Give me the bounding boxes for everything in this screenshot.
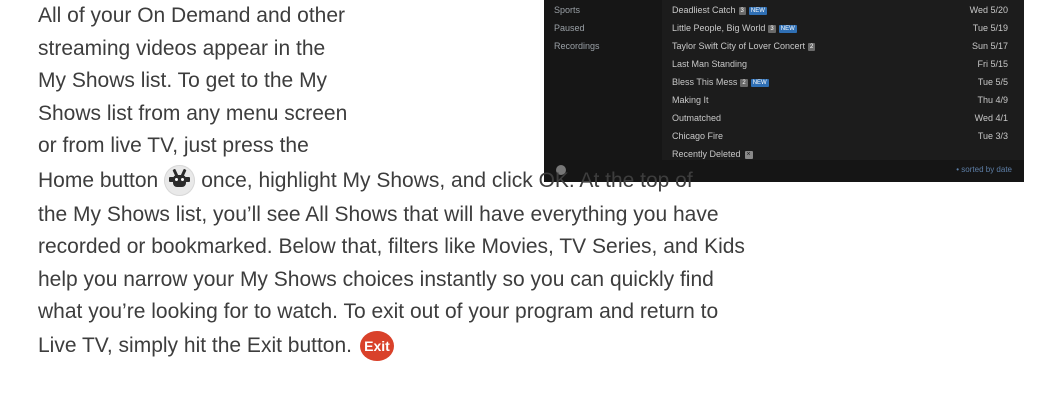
text-line: All of your On Demand and other	[38, 4, 346, 27]
text-line: what you’re looking for to watch. To exi…	[38, 300, 719, 323]
exit-button-icon: Exit	[360, 330, 394, 361]
text-fragment: once, highlight My Shows, and click OK. …	[201, 168, 693, 192]
text-line: or from live TV, just press the	[38, 134, 309, 157]
text-line-exit: Live TV, simply hit the Exit button. Exit	[38, 329, 1018, 363]
text-line: recorded or bookmarked. Below that, filt…	[38, 235, 745, 258]
instructions-paragraph: All of your On Demand and other streamin…	[38, 0, 1018, 363]
text-line: streaming videos appear in the	[38, 36, 326, 60]
text-line: Shows list from any menu screen	[38, 101, 348, 125]
text-line-home: Home button once, highlight My Shows, and…	[38, 163, 1018, 199]
text-fragment: Home button	[38, 168, 159, 192]
text-line: the My Shows list, you’ll see All Shows …	[38, 202, 719, 226]
text-line: help you narrow your My Shows choices in…	[38, 267, 714, 291]
text-fragment: Live TV, simply hit the Exit button.	[38, 333, 352, 357]
text-line: My Shows list. To get to the My	[38, 69, 328, 92]
tivo-home-icon	[164, 165, 196, 197]
